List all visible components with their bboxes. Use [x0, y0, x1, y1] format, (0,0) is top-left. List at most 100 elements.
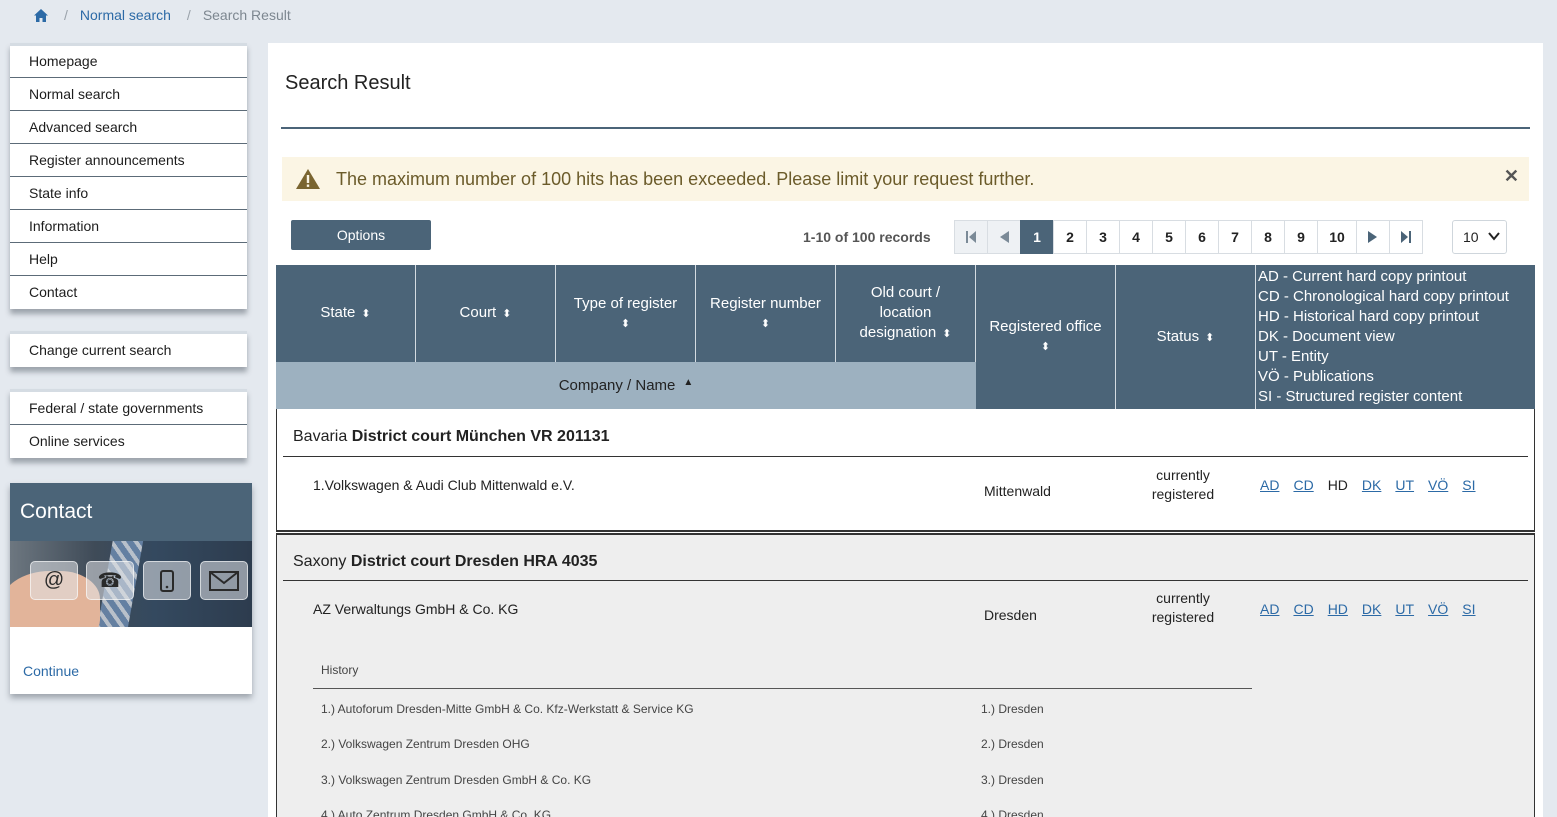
page-6-button[interactable]: 6 [1185, 220, 1219, 254]
status-line: currently [1156, 590, 1210, 606]
first-page-icon[interactable] [954, 220, 988, 254]
document-legend: AD - Current hard copy printout CD - Chr… [1256, 265, 1535, 409]
history-office: 3.) Dresden [981, 773, 1044, 787]
sidebar-item-register-announcements[interactable]: Register announcements [10, 144, 247, 177]
header-old-court-label: Old court / location designation [859, 284, 941, 341]
sidebar-item-advanced-search[interactable]: Advanced search [10, 111, 247, 144]
previous-page-icon[interactable] [987, 220, 1021, 254]
sidebar-item-federal-state-governments[interactable]: Federal / state governments [10, 392, 247, 425]
link-dk[interactable]: DK [1362, 601, 1381, 617]
breadcrumb-separator: / [64, 7, 68, 23]
last-page-icon[interactable] [1389, 220, 1423, 254]
page-4-button[interactable]: 4 [1119, 220, 1153, 254]
sidebar-item-information[interactable]: Information [10, 210, 247, 243]
status-line: registered [1151, 609, 1215, 625]
close-icon[interactable]: ✕ [1504, 166, 1519, 187]
header-registered-office[interactable]: Registered office ⬍ [976, 265, 1116, 409]
history-label: History [321, 663, 359, 677]
link-si[interactable]: SI [1462, 477, 1475, 493]
sidebar-item-contact[interactable]: Contact [10, 276, 247, 309]
breadcrumb-separator: / [186, 7, 191, 23]
history-name: 2.) Volkswagen Zentrum Dresden OHG [321, 737, 530, 751]
next-page-icon[interactable] [1356, 220, 1390, 254]
page-size-value: 10 [1463, 229, 1479, 245]
sort-icon: ⬍ [620, 317, 631, 330]
legend-cd: CD - Chronological hard copy printout [1258, 288, 1509, 305]
sidebar-item-online-services[interactable]: Online services [10, 425, 247, 458]
header-court[interactable]: Court ⬍ [416, 265, 556, 362]
page-8-button[interactable]: 8 [1251, 220, 1285, 254]
result-heading: Bavaria District court München VR 201131 [293, 428, 610, 446]
page-title: Search Result [285, 72, 411, 94]
header-old-court[interactable]: Old court / location designation ⬍ [836, 265, 976, 362]
page-7-button[interactable]: 7 [1218, 220, 1252, 254]
header-company-label: Company / Name [558, 377, 676, 394]
page-10-button[interactable]: 10 [1317, 220, 1357, 254]
link-ut[interactable]: UT [1395, 477, 1414, 493]
legend-dk: DK - Document view [1258, 328, 1395, 345]
header-state[interactable]: State ⬍ [276, 265, 416, 362]
contact-continue-link[interactable]: Continue [23, 663, 79, 679]
history-office: 1.) Dresden [981, 702, 1044, 716]
link-vo[interactable]: VÖ [1428, 477, 1448, 493]
legend-ut: UT - Entity [1258, 348, 1329, 365]
breadcrumb: / Normal search / Search Result [34, 7, 291, 23]
result-block: Saxony District court Dresden HRA 4035 A… [276, 533, 1535, 817]
sidebar-item-help[interactable]: Help [10, 243, 247, 276]
sidebar-item-change-current-search[interactable]: Change current search [10, 334, 247, 367]
document-links: AD CD HD DK UT VÖ SI [1260, 477, 1490, 493]
page-9-button[interactable]: 9 [1284, 220, 1318, 254]
home-icon[interactable] [34, 8, 48, 22]
link-vo[interactable]: VÖ [1428, 601, 1448, 617]
sort-icon: ⬍ [942, 328, 952, 340]
link-cd[interactable]: CD [1293, 477, 1313, 493]
phone-icon: ☎ [86, 561, 134, 600]
legend-hd: HD - Historical hard copy printout [1258, 308, 1479, 325]
link-hd[interactable]: HD [1328, 601, 1348, 617]
link-cd[interactable]: CD [1293, 601, 1313, 617]
header-register-number[interactable]: Register number ⬍ [696, 265, 836, 362]
sidebar: Homepage Normal search Advanced search R… [10, 43, 247, 480]
sort-asc-icon: ▲ [683, 377, 694, 388]
company-name: 1.Volkswagen & Audi Club Mittenwald e.V. [313, 477, 575, 493]
legend-vo: VÖ - Publications [1258, 368, 1374, 385]
registered-office: Mittenwald [984, 483, 1051, 499]
contact-box: Contact @ ☎ Continue [10, 483, 252, 694]
sidebar-item-normal-search[interactable]: Normal search [10, 78, 247, 111]
external-menu: Federal / state governments Online servi… [10, 389, 247, 458]
document-links: AD CD HD DK UT VÖ SI [1260, 601, 1490, 617]
header-status[interactable]: Status ⬍ [1116, 265, 1256, 409]
history-office: 4.) Dresden [981, 808, 1044, 817]
sort-icon: ⬍ [1205, 331, 1215, 344]
link-ad[interactable]: AD [1260, 601, 1279, 617]
breadcrumb-normal-search[interactable]: Normal search [80, 7, 171, 23]
sidebar-item-state-info[interactable]: State info [10, 177, 247, 210]
register-status: currently registered [1138, 466, 1228, 504]
header-state-label: State [320, 304, 356, 321]
page-3-button[interactable]: 3 [1086, 220, 1120, 254]
title-divider [281, 127, 1530, 129]
link-si[interactable]: SI [1462, 601, 1475, 617]
result-heading: Saxony District court Dresden HRA 4035 [293, 553, 597, 571]
header-company-name[interactable]: Company / Name ▲ [276, 362, 976, 409]
sidebar-item-homepage[interactable]: Homepage [10, 46, 247, 78]
header-office-label: Registered office [989, 318, 1102, 335]
search-menu: Change current search [10, 331, 247, 367]
header-type-of-register[interactable]: Type of register ⬍ [556, 265, 696, 362]
page-2-button[interactable]: 2 [1053, 220, 1087, 254]
link-dk[interactable]: DK [1362, 477, 1381, 493]
options-button[interactable]: Options [291, 220, 431, 250]
main-panel: Search Result The maximum number of 100 … [268, 43, 1543, 817]
link-ut[interactable]: UT [1395, 601, 1414, 617]
mobile-icon [143, 561, 191, 600]
header-court-label: Court [459, 304, 497, 321]
result-court-register: District court München VR 201131 [351, 428, 610, 445]
page-5-button[interactable]: 5 [1152, 220, 1186, 254]
sort-icon: ⬍ [760, 317, 771, 330]
breadcrumb-search-result: Search Result [202, 7, 291, 23]
page-1-button[interactable]: 1 [1020, 220, 1054, 254]
page-size-select[interactable]: 10 [1452, 220, 1507, 254]
link-ad[interactable]: AD [1260, 477, 1279, 493]
legend-si: SI - Structured register content [1258, 388, 1463, 405]
status-line: registered [1151, 486, 1215, 502]
